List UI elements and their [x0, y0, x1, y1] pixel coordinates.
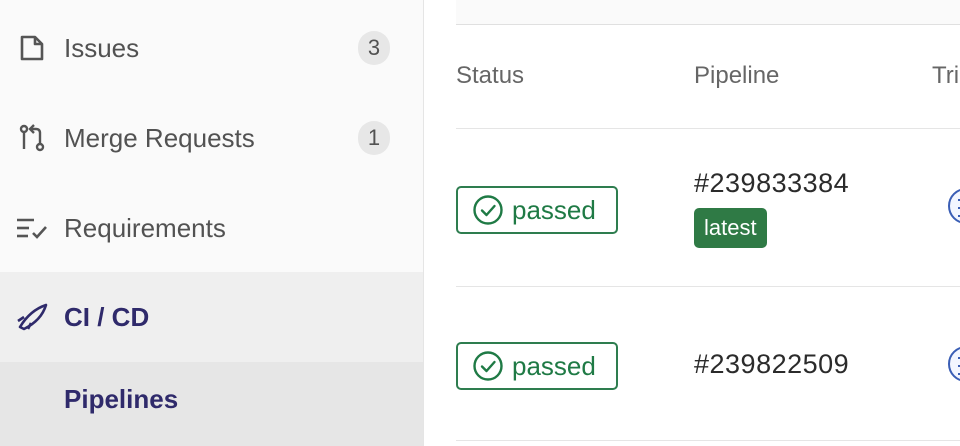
status-text: passed: [512, 350, 596, 381]
sidebar: Issues 3 Merge Requests 1 Requirements C…: [0, 0, 424, 446]
avatar-image: [958, 199, 960, 217]
count-badge: 1: [358, 121, 390, 155]
sidebar-item-label: Requirements: [64, 212, 226, 243]
check-circle-icon: [473, 195, 503, 225]
status-badge[interactable]: passed: [456, 186, 618, 234]
column-header-pipeline: Pipeline: [694, 62, 780, 89]
column-header-status: Status: [456, 62, 525, 89]
sidebar-item-label: Issues: [64, 32, 140, 63]
sidebar-item-ci-cd[interactable]: CI / CD: [0, 272, 423, 362]
rocket-icon: [16, 301, 48, 333]
sidebar-item-merge-requests[interactable]: Merge Requests 1: [0, 93, 423, 183]
sidebar-subitem-pipelines[interactable]: Pipelines: [0, 362, 423, 446]
latest-badge: latest: [694, 208, 767, 248]
sidebar-item-issues[interactable]: Issues 3: [0, 3, 423, 93]
sidebar-item-label: Merge Requests: [64, 122, 255, 153]
avatar[interactable]: [948, 346, 960, 382]
row-divider: [456, 128, 960, 129]
status-text: passed: [512, 194, 596, 225]
merge-request-icon: [16, 122, 48, 154]
sidebar-subitem-label: Pipelines: [64, 384, 179, 414]
table-top-bar: [456, 0, 960, 25]
issues-icon: [16, 32, 48, 64]
status-badge[interactable]: passed: [456, 342, 618, 390]
avatar[interactable]: [948, 188, 960, 224]
check-circle-icon: [473, 351, 503, 381]
sidebar-item-requirements[interactable]: Requirements: [0, 183, 423, 273]
requirements-icon: [16, 212, 48, 244]
pipeline-link[interactable]: #239822509: [694, 349, 849, 380]
pipeline-link[interactable]: #239833384: [694, 168, 849, 199]
row-divider: [456, 286, 960, 287]
row-divider: [456, 440, 960, 441]
sidebar-item-label: CI / CD: [64, 301, 150, 332]
avatar-image: [958, 357, 960, 375]
count-badge: 3: [358, 31, 390, 65]
pipelines-table: Status Pipeline Tri passed #239833384 la…: [424, 0, 960, 446]
column-header-triggerer: Tri: [932, 62, 960, 89]
